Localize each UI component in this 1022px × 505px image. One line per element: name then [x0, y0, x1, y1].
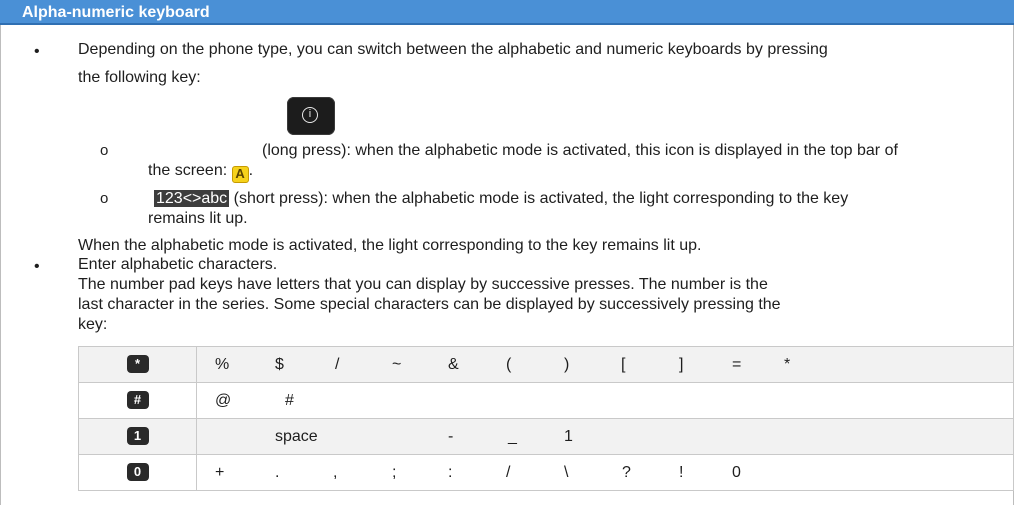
bullet-marker — [34, 44, 42, 52]
note-text: When the alphabetic mode is activated, t… — [78, 237, 702, 254]
info-glyph: i — [302, 107, 318, 123]
section-title: Alpha-numeric keyboard — [22, 4, 210, 21]
bullet2-text: Enter alphabetic characters. The number … — [78, 256, 781, 333]
char-list: + . , ; : / \ ? ! 0 — [215, 464, 741, 481]
table-row: 0 + . , ; : / \ ? ! 0 — [78, 454, 1014, 491]
sub2-line2: remains lit up. — [148, 210, 248, 227]
table-row: 1 space - _ 1 — [78, 418, 1014, 455]
info-key-icon: i — [287, 97, 335, 135]
mode-key-label: 123<>abc — [154, 190, 230, 207]
hash-key-icon: # — [126, 391, 149, 410]
sub-bullet-marker: o — [100, 190, 109, 207]
char-list: @ # — [215, 392, 294, 409]
sub1-line2: the screen: A. — [148, 162, 254, 183]
zero-key-icon: 0 — [126, 463, 149, 482]
one-key-icon: 1 — [126, 427, 149, 446]
alpha-mode-icon: A — [231, 166, 249, 183]
section-header: Alpha-numeric keyboard — [0, 0, 1014, 25]
table-row: # @ # — [78, 382, 1014, 419]
sub1-line1: (long press): when the alphabetic mode i… — [262, 142, 898, 159]
sub2-line1: 123<>abc (short press): when the alphabe… — [154, 190, 849, 207]
char-list: space - _ 1 — [275, 428, 573, 445]
bullet1-text: Depending on the phone type, you can swi… — [78, 41, 828, 86]
star-key-icon: * — [126, 355, 149, 374]
bullet-marker — [34, 259, 42, 267]
sub-bullet-marker: o — [100, 142, 109, 159]
char-list: % $ / ~ & ( ) [ ] = * — [215, 356, 791, 373]
special-characters-table: * % $ / ~ & ( ) [ ] = * # @ # 1 space - … — [78, 346, 1014, 491]
table-row: * % $ / ~ & ( ) [ ] = * — [78, 346, 1014, 383]
